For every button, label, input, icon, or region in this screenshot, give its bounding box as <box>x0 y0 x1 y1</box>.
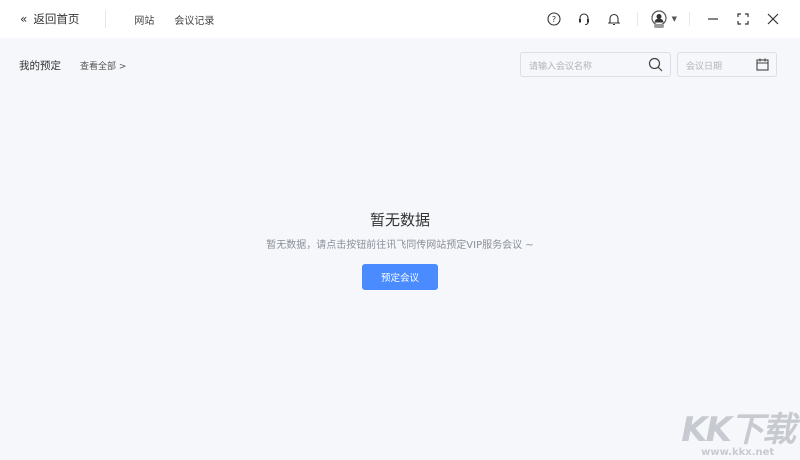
bell-icon[interactable] <box>599 12 629 26</box>
empty-state-title: 暂无数据 <box>369 211 430 229</box>
title-bar: « 返回首页 网站 会议记录 ? ▼ <box>0 0 800 38</box>
meeting-date-picker[interactable]: 会议日期 <box>677 52 777 77</box>
svg-text:?: ? <box>551 15 555 24</box>
close-icon[interactable] <box>758 13 788 25</box>
search-placeholder: 请输入会议名称 <box>529 62 593 72</box>
help-icon[interactable]: ? <box>539 12 569 26</box>
meeting-name-search-input[interactable]: 请输入会议名称 <box>520 52 671 77</box>
chevron-down-icon: ▼ <box>671 15 677 23</box>
page-title: 我的预定 <box>19 60 61 72</box>
divider <box>636 12 638 26</box>
headset-icon[interactable] <box>569 12 599 26</box>
back-label: 返回首页 <box>33 12 80 26</box>
divider <box>105 10 107 28</box>
nav-website[interactable]: 网站 <box>134 12 154 27</box>
search-icon[interactable] <box>648 57 663 72</box>
double-chevron-left-icon: « <box>20 12 28 26</box>
nav-meeting-records[interactable]: 会议记录 <box>174 12 214 27</box>
date-placeholder: 会议日期 <box>686 62 723 72</box>
maximize-icon[interactable] <box>728 13 758 25</box>
avatar-icon <box>651 10 667 28</box>
calendar-icon[interactable] <box>756 58 769 71</box>
user-avatar-menu[interactable]: ▼ <box>650 10 677 28</box>
watermark: KK下载 www.kkx.net <box>681 410 796 458</box>
book-meeting-button[interactable]: 预定会议 <box>362 264 438 290</box>
minimize-icon[interactable] <box>698 13 728 25</box>
reservation-toolbar: 我的预定 查看全部 > 请输入会议名称 会议日期 <box>0 50 800 78</box>
divider <box>689 12 690 26</box>
view-all-link[interactable]: 查看全部 > <box>80 59 126 72</box>
empty-state-description: 暂无数据，请点击按钮前往讯飞同传网站预定VIP服务会议 ~ <box>266 240 534 251</box>
back-home-button[interactable]: « 返回首页 <box>20 11 79 27</box>
